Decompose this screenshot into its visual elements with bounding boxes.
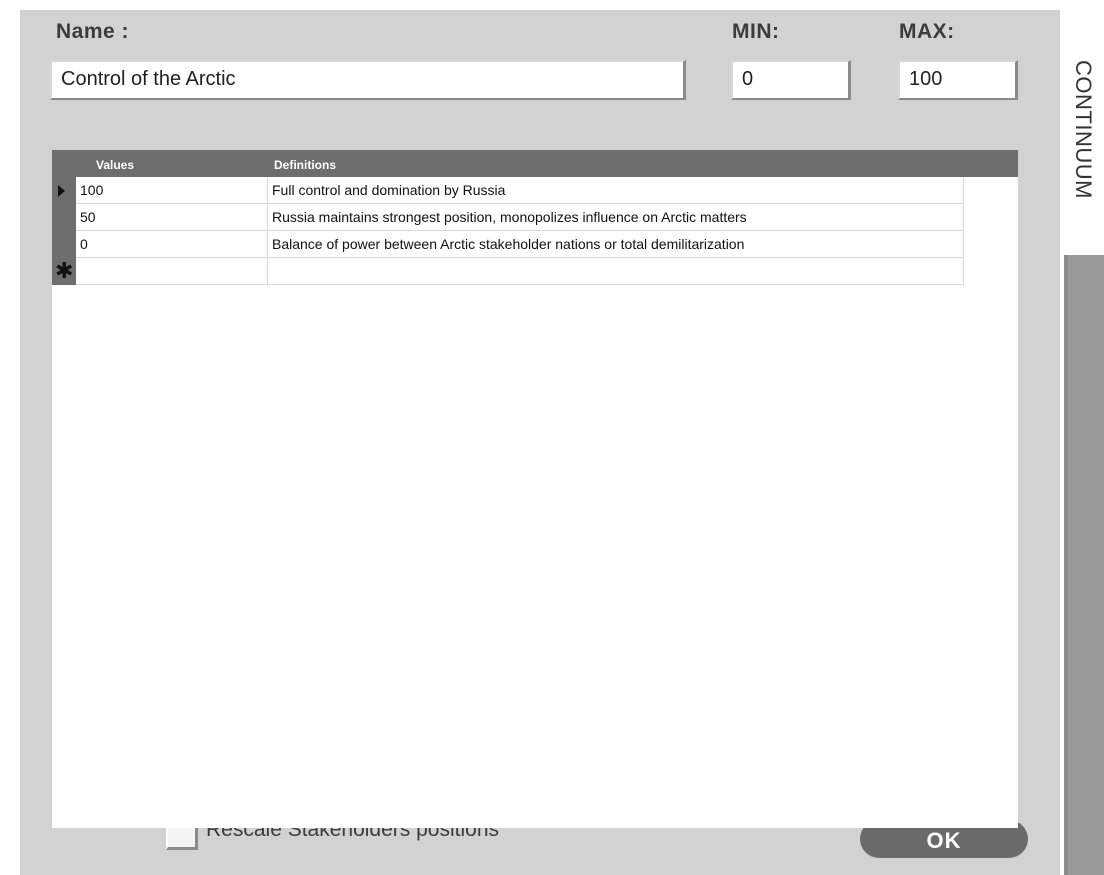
tab-continuum[interactable]: CONTINUUM [1060, 60, 1104, 250]
name-field[interactable]: Control of the Arctic [50, 60, 686, 100]
min-field[interactable]: 0 [731, 60, 851, 100]
max-field[interactable]: 100 [898, 60, 1018, 100]
right-rail-edge [1064, 255, 1068, 875]
value-cell[interactable] [76, 258, 268, 284]
table-row[interactable]: 0 Balance of power between Arctic stakeh… [76, 231, 964, 258]
max-label: MAX: [899, 20, 955, 43]
min-label: MIN: [732, 20, 780, 43]
definition-cell[interactable]: Balance of power between Arctic stakehol… [268, 231, 962, 257]
grid-header: Values Definitions [52, 150, 1018, 177]
column-header-definitions[interactable]: Definitions [274, 158, 336, 172]
value-cell[interactable]: 100 [76, 177, 268, 203]
value-cell[interactable]: 0 [76, 231, 268, 257]
definition-cell[interactable]: Full control and domination by Russia [268, 177, 962, 203]
new-row[interactable] [76, 258, 964, 285]
name-label: Name : [56, 20, 130, 43]
table-row[interactable]: 100 Full control and domination by Russi… [76, 177, 964, 204]
value-cell[interactable]: 50 [76, 204, 268, 230]
current-row-marker[interactable] [52, 177, 76, 204]
right-rail [1064, 255, 1104, 875]
table-row[interactable]: 50 Russia maintains strongest position, … [76, 204, 964, 231]
definitions-grid[interactable]: Values Definitions ✱ 100 Full control an… [52, 150, 1018, 828]
asterisk-icon: ✱ [55, 259, 74, 284]
definition-cell[interactable]: Russia maintains strongest position, mon… [268, 204, 962, 230]
arrow-right-icon [58, 185, 65, 197]
tab-continuum-label: CONTINUUM [1071, 60, 1096, 199]
column-header-values[interactable]: Values [96, 158, 134, 172]
definition-cell[interactable] [268, 258, 962, 284]
new-row-marker[interactable]: ✱ [52, 258, 76, 285]
